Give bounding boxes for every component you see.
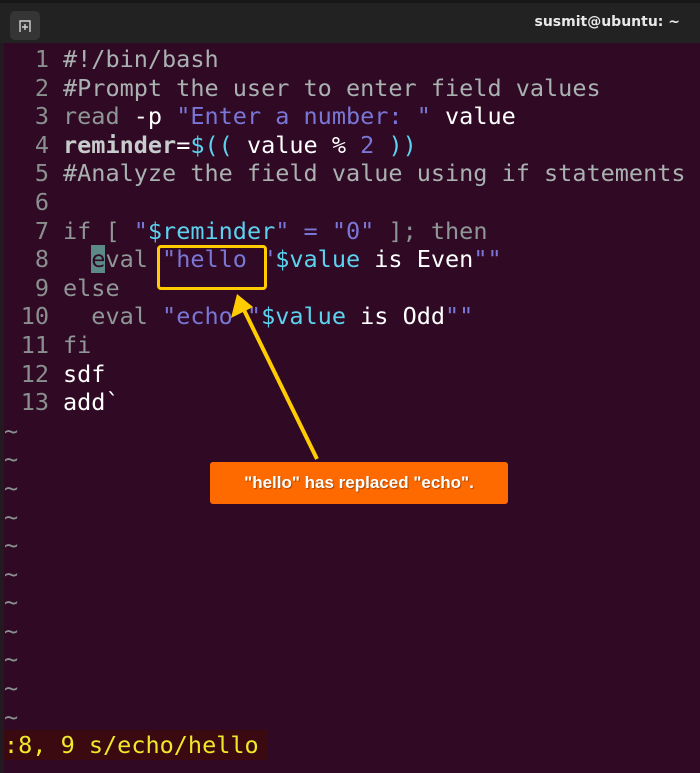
- code-token: $reminder: [147, 216, 276, 245]
- text-cursor: e: [91, 245, 106, 274]
- code-token: "": [473, 245, 502, 274]
- empty-line-marker: ~: [4, 588, 19, 617]
- code-line[interactable]: 1 #!/bin/bash: [4, 45, 700, 74]
- code-line[interactable]: 5 #Analyze the field value using if state…: [4, 159, 700, 188]
- window-title: susmit@ubuntu: ~: [534, 14, 681, 30]
- code-line[interactable]: 3 read -p "Enter a number: " value: [4, 102, 700, 131]
- code-token: reminder: [63, 130, 177, 159]
- code-token: is Odd: [345, 302, 446, 331]
- code-token: -p: [133, 102, 177, 131]
- line-number: 2: [34, 73, 49, 102]
- empty-line-marker: ~: [4, 559, 19, 588]
- line-number: 12: [20, 359, 49, 388]
- code-line[interactable]: 13 add`: [4, 388, 700, 417]
- line-number: 1: [34, 45, 49, 73]
- line-number: 3: [34, 102, 49, 131]
- line-number: 9: [34, 273, 49, 302]
- code-token: "Enter a number: ": [176, 102, 431, 131]
- vim-editor[interactable]: 1 #!/bin/bash 2 #Prompt the user to enter f…: [4, 45, 700, 731]
- code-token: fi: [63, 330, 92, 359]
- code-token: #!/bin/bash: [63, 45, 219, 73]
- code-line[interactable]: 9 else: [4, 274, 700, 303]
- code-token: ]; then: [374, 216, 488, 245]
- code-token: add`: [63, 388, 120, 417]
- code-line[interactable]: 4 reminder=$(( value % 2 )): [4, 131, 700, 160]
- highlight-box: [157, 245, 267, 290]
- line-number: 13: [20, 388, 49, 417]
- code-token: " = "0": [275, 216, 375, 245]
- code-token: if [: [63, 216, 134, 245]
- code-token: else: [63, 273, 120, 302]
- terminal-titlebar: susmit@ubuntu: ~: [0, 0, 700, 43]
- line-number: 7: [34, 216, 49, 245]
- code-token: value %: [232, 130, 361, 159]
- line-number: 11: [20, 330, 49, 359]
- code-token: )): [374, 130, 417, 159]
- code-token: val: [105, 245, 163, 274]
- line-number: 6: [34, 187, 49, 216]
- code-token: 2: [360, 130, 375, 159]
- empty-line-marker: ~: [4, 531, 19, 560]
- code-token: "": [445, 302, 474, 331]
- code-token: =: [176, 130, 191, 159]
- code-token: #Prompt the user to enter field values: [63, 73, 601, 102]
- code-line[interactable]: 12 sdf: [4, 360, 700, 389]
- new-tab-button[interactable]: [10, 11, 40, 40]
- empty-line-marker: ~: [4, 616, 19, 645]
- code-line[interactable]: 8 eval "hello "$value is Even"": [4, 245, 700, 274]
- annotation-callout: "hello" has replaced "echo".: [210, 462, 508, 504]
- code-token: sdf: [63, 359, 106, 388]
- code-line[interactable]: 2 #Prompt the user to enter field values: [4, 74, 700, 103]
- empty-line-marker: ~: [4, 674, 19, 703]
- code-token: ": [133, 216, 148, 245]
- code-token: $value: [275, 245, 361, 274]
- line-number: 4: [34, 130, 49, 159]
- line-number: 5: [34, 159, 49, 188]
- code-token: $((: [190, 130, 233, 159]
- code-token: $value: [261, 302, 346, 331]
- code-token: read: [63, 102, 134, 131]
- line-number: 8: [34, 245, 49, 274]
- code-token: value: [430, 102, 516, 131]
- code-token: "echo ": [162, 302, 262, 331]
- empty-line-marker: ~: [4, 645, 19, 674]
- empty-line-marker: ~: [4, 702, 19, 731]
- code-token: eval: [63, 302, 163, 331]
- code-line[interactable]: 7 if [ "$reminder" = "0" ]; then: [4, 217, 700, 246]
- new-tab-icon: [19, 19, 31, 32]
- code-line[interactable]: 6: [4, 188, 700, 217]
- line-number: 10: [20, 302, 49, 331]
- code-token: #Analyze the field value using if statem…: [63, 159, 686, 188]
- empty-line-marker: ~: [4, 416, 19, 445]
- code-line[interactable]: 11 fi: [4, 331, 700, 360]
- code-line[interactable]: 10 eval "echo "$value is Odd"": [4, 302, 700, 331]
- empty-line-marker: ~: [4, 502, 19, 531]
- code-token: is Even: [360, 245, 474, 274]
- vim-command-line[interactable]: :8, 9 s/echo/hello: [4, 730, 267, 760]
